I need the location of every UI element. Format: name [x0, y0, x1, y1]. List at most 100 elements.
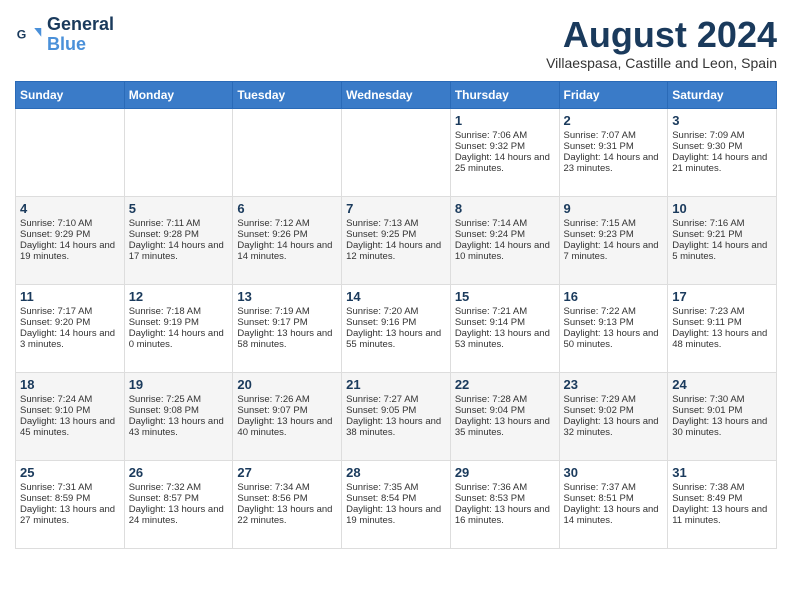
calendar-cell: 28 Sunrise: 7:35 AMSunset: 8:54 PMDayligh…: [342, 460, 451, 548]
day-number: 21: [346, 377, 446, 392]
day-info: Daylight: 13 hours and 35 minutes.: [455, 416, 555, 438]
calendar-week-5: 25Sunrise: 7:31 AMSunset: 8:59 PMDayligh…: [16, 460, 777, 548]
day-info: Daylight: 13 hours and 19 minutes.: [346, 504, 446, 526]
day-info: Sunset: 9:17 PM: [237, 317, 337, 328]
day-info: Sunrise: 7:35 AM: [346, 482, 446, 493]
calendar-cell: 25Sunrise: 7:31 AMSunset: 8:59 PMDayligh…: [16, 460, 125, 548]
day-info: Daylight: 14 hours and 7 minutes.: [564, 240, 664, 262]
day-info: Sunset: 9:21 PM: [672, 229, 772, 240]
title-area: August 2024 Villaespasa, Castille and Le…: [546, 15, 777, 71]
day-info: Sunrise: 7:24 AM: [20, 394, 120, 405]
day-info: Sunset: 9:28 PM: [129, 229, 229, 240]
calendar-cell: 21Sunrise: 7:27 AMSunset: 9:05 PMDayligh…: [342, 372, 451, 460]
day-info: Sunset: 9:24 PM: [455, 229, 555, 240]
day-info: Daylight: 13 hours and 32 minutes.: [564, 416, 664, 438]
day-info: Sunset: 9:31 PM: [564, 141, 664, 152]
day-info: Sunrise: 7:29 AM: [564, 394, 664, 405]
day-number: 11: [20, 289, 120, 304]
day-number: 23: [564, 377, 664, 392]
logo: G General Blue: [15, 15, 114, 55]
day-info: Sunrise: 7:37 AM: [564, 482, 664, 493]
day-info: Sunrise: 7:22 AM: [564, 306, 664, 317]
calendar-cell: 3Sunrise: 7:09 AMSunset: 9:30 PMDaylight…: [668, 108, 777, 196]
day-info: Sunrise: 7:25 AM: [129, 394, 229, 405]
day-info: Sunrise: 7:07 AM: [564, 130, 664, 141]
calendar-cell: 10Sunrise: 7:16 AMSunset: 9:21 PMDayligh…: [668, 196, 777, 284]
day-info: Daylight: 14 hours and 17 minutes.: [129, 240, 229, 262]
day-info: Daylight: 13 hours and 27 minutes.: [20, 504, 120, 526]
day-info: Sunset: 9:01 PM: [672, 405, 772, 416]
calendar-cell: 23Sunrise: 7:29 AMSunset: 9:02 PMDayligh…: [559, 372, 668, 460]
day-info: Sunset: 8:56 PM: [237, 493, 337, 504]
day-number: 7: [346, 201, 446, 216]
day-number: 31: [672, 465, 772, 480]
header-day-wednesday: Wednesday: [342, 81, 451, 108]
day-info: Sunrise: 7:28 AM: [455, 394, 555, 405]
header-day-monday: Monday: [124, 81, 233, 108]
month-title: August 2024: [546, 15, 777, 55]
logo-icon: G: [15, 21, 43, 49]
day-info: Sunset: 9:04 PM: [455, 405, 555, 416]
calendar-cell: 18Sunrise: 7:24 AMSunset: 9:10 PMDayligh…: [16, 372, 125, 460]
day-info: Sunrise: 7:20 AM: [346, 306, 446, 317]
calendar-cell: 15Sunrise: 7:21 AMSunset: 9:14 PMDayligh…: [450, 284, 559, 372]
day-number: 20: [237, 377, 337, 392]
day-info: Sunrise: 7:27 AM: [346, 394, 446, 405]
day-info: Sunset: 8:57 PM: [129, 493, 229, 504]
day-info: Sunset: 8:54 PM: [346, 493, 446, 504]
day-info: Daylight: 14 hours and 5 minutes.: [672, 240, 772, 262]
day-info: Sunrise: 7:12 AM: [237, 218, 337, 229]
day-number: 30: [564, 465, 664, 480]
day-info: Daylight: 13 hours and 40 minutes.: [237, 416, 337, 438]
day-info: Sunrise: 7:18 AM: [129, 306, 229, 317]
calendar-week-2: 4Sunrise: 7:10 AMSunset: 9:29 PMDaylight…: [16, 196, 777, 284]
day-number: 14: [346, 289, 446, 304]
day-info: Sunset: 9:14 PM: [455, 317, 555, 328]
header-day-thursday: Thursday: [450, 81, 559, 108]
header-day-sunday: Sunday: [16, 81, 125, 108]
calendar-cell: 24Sunrise: 7:30 AMSunset: 9:01 PMDayligh…: [668, 372, 777, 460]
day-info: Daylight: 14 hours and 25 minutes.: [455, 152, 555, 174]
calendar-cell: 29Sunrise: 7:36 AMSunset: 8:53 PMDayligh…: [450, 460, 559, 548]
day-number: 2: [564, 113, 664, 128]
calendar-cell: 30Sunrise: 7:37 AMSunset: 8:51 PMDayligh…: [559, 460, 668, 548]
day-info: Sunset: 9:20 PM: [20, 317, 120, 328]
day-info: Daylight: 13 hours and 53 minutes.: [455, 328, 555, 350]
calendar-week-4: 18Sunrise: 7:24 AMSunset: 9:10 PMDayligh…: [16, 372, 777, 460]
day-number: 29: [455, 465, 555, 480]
day-info: Daylight: 13 hours and 55 minutes.: [346, 328, 446, 350]
calendar-cell: 20Sunrise: 7:26 AMSunset: 9:07 PMDayligh…: [233, 372, 342, 460]
day-info: Daylight: 14 hours and 3 minutes.: [20, 328, 120, 350]
day-info: Sunrise: 7:11 AM: [129, 218, 229, 229]
day-number: 4: [20, 201, 120, 216]
page-header: G General Blue August 2024 Villaespasa, …: [15, 15, 777, 71]
day-number: 28: [346, 465, 446, 480]
svg-text:G: G: [17, 27, 27, 41]
calendar-cell: 31Sunrise: 7:38 AMSunset: 8:49 PMDayligh…: [668, 460, 777, 548]
day-info: Daylight: 14 hours and 23 minutes.: [564, 152, 664, 174]
day-info: Sunset: 8:59 PM: [20, 493, 120, 504]
calendar-cell: 26Sunrise: 7:32 AMSunset: 8:57 PMDayligh…: [124, 460, 233, 548]
day-info: Sunset: 9:26 PM: [237, 229, 337, 240]
day-number: 17: [672, 289, 772, 304]
calendar-cell: [233, 108, 342, 196]
day-info: Daylight: 14 hours and 12 minutes.: [346, 240, 446, 262]
calendar-cell: 1Sunrise: 7:06 AMSunset: 9:32 PMDaylight…: [450, 108, 559, 196]
day-info: Sunset: 9:29 PM: [20, 229, 120, 240]
day-info: Sunrise: 7:38 AM: [672, 482, 772, 493]
day-number: 8: [455, 201, 555, 216]
day-number: 26: [129, 465, 229, 480]
day-info: Sunset: 9:08 PM: [129, 405, 229, 416]
calendar-cell: [342, 108, 451, 196]
day-info: Sunrise: 7:21 AM: [455, 306, 555, 317]
day-info: Sunrise: 7:30 AM: [672, 394, 772, 405]
day-info: Sunrise: 7:15 AM: [564, 218, 664, 229]
day-info: Sunset: 9:23 PM: [564, 229, 664, 240]
day-number: 6: [237, 201, 337, 216]
day-info: Sunset: 9:10 PM: [20, 405, 120, 416]
day-info: Daylight: 13 hours and 11 minutes.: [672, 504, 772, 526]
day-info: Sunset: 9:19 PM: [129, 317, 229, 328]
day-info: Daylight: 13 hours and 22 minutes.: [237, 504, 337, 526]
day-info: Daylight: 13 hours and 30 minutes.: [672, 416, 772, 438]
calendar-week-3: 11Sunrise: 7:17 AMSunset: 9:20 PMDayligh…: [16, 284, 777, 372]
